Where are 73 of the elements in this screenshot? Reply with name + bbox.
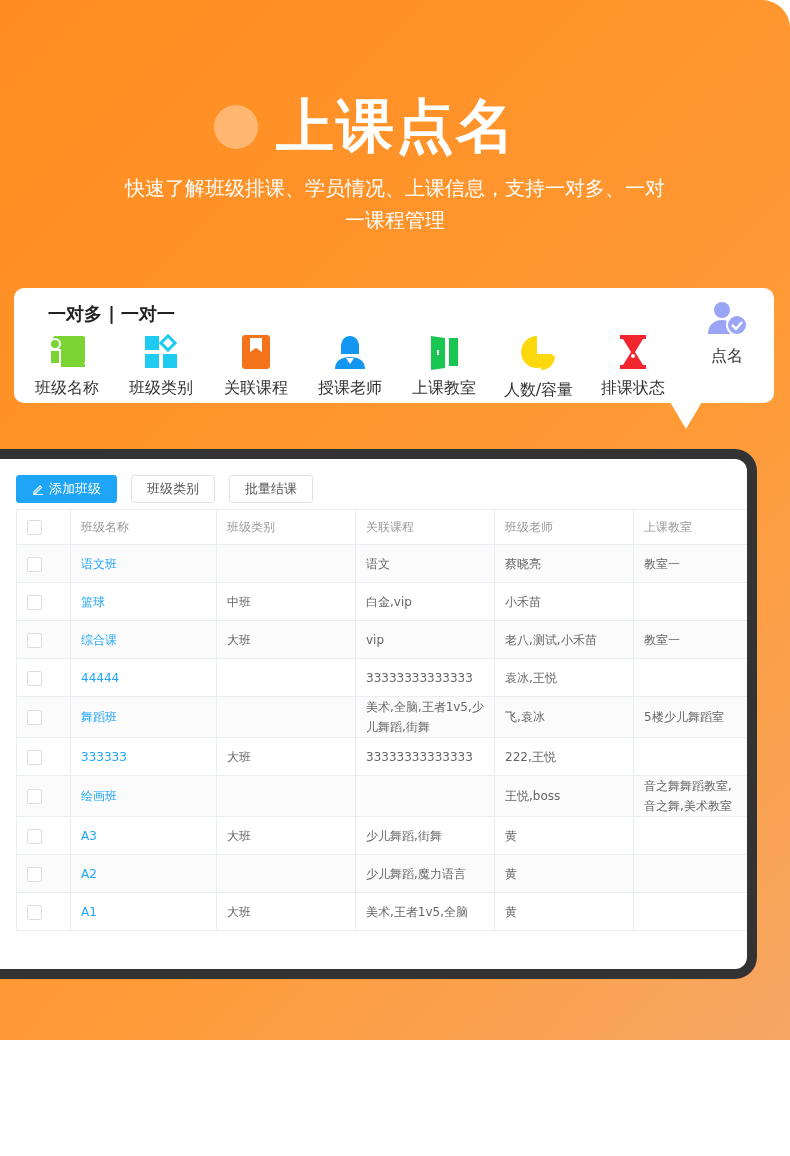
table-cell: 音之舞舞蹈教室,音之舞,美术教室 bbox=[644, 779, 732, 813]
field-label: 授课老师 bbox=[317, 378, 382, 399]
pie-chart-icon bbox=[519, 334, 558, 372]
table-cell: 教室一 bbox=[644, 556, 680, 571]
table-cell: 美术,王者1v5,全脑 bbox=[366, 904, 468, 919]
table-cell: 语文 bbox=[366, 556, 390, 571]
grid-icon bbox=[143, 334, 180, 370]
table-cell: 33333333333333 bbox=[366, 749, 473, 764]
table-cell: 大班 bbox=[227, 749, 251, 764]
row-checkbox[interactable] bbox=[27, 749, 42, 765]
column-header: 班级老师 bbox=[494, 509, 634, 545]
toolbar-button[interactable]: 添加班级 bbox=[16, 475, 117, 503]
table-cell: 中班 bbox=[227, 594, 251, 609]
table-cell: 王悦,boss bbox=[505, 789, 561, 803]
pencil-icon bbox=[32, 483, 44, 495]
field-label: 关联课程 bbox=[223, 378, 288, 399]
row-checkbox[interactable] bbox=[27, 710, 42, 725]
table-cell: 黄 bbox=[505, 828, 517, 843]
class-name-link[interactable]: 绘画班 bbox=[81, 789, 117, 803]
table-cell: vip bbox=[366, 632, 385, 647]
column-header: 上课教室 bbox=[633, 509, 747, 545]
table-cell: 222,王悦 bbox=[505, 749, 556, 764]
table-cell: 飞,袁冰 bbox=[505, 710, 545, 724]
table-cell: 白金,vip bbox=[366, 594, 412, 609]
decorative-circle bbox=[214, 105, 258, 149]
row-checkbox[interactable] bbox=[27, 828, 42, 844]
class-name-link[interactable]: A1 bbox=[81, 904, 97, 919]
class-name-link[interactable]: A3 bbox=[81, 828, 97, 843]
roll-call-label[interactable]: 点名 bbox=[710, 346, 743, 367]
class-name-link[interactable]: 舞蹈班 bbox=[81, 710, 117, 724]
class-name-link[interactable]: 篮球 bbox=[81, 594, 105, 609]
field-label: 排课状态 bbox=[600, 378, 665, 399]
table-cell: 大班 bbox=[227, 828, 251, 843]
row-checkbox[interactable] bbox=[27, 904, 42, 920]
field-label: 班级名称 bbox=[35, 378, 100, 399]
table-cell: 美术,全脑,王者1v5,少儿舞蹈,街舞 bbox=[366, 700, 484, 734]
card-heading: 一对多 | 一对一 bbox=[48, 302, 176, 326]
class-name-link[interactable]: A2 bbox=[81, 866, 97, 881]
table-cell: 黄 bbox=[505, 904, 517, 919]
class-name-link[interactable]: 语文班 bbox=[81, 556, 117, 571]
table-cell: 小禾苗 bbox=[505, 594, 541, 609]
table-cell: 教室一 bbox=[644, 632, 680, 647]
class-name-link[interactable]: 333333 bbox=[81, 749, 127, 764]
table-cell: 大班 bbox=[227, 632, 251, 647]
page-title: 上课点名 bbox=[276, 91, 516, 162]
field-label: 班级类别 bbox=[129, 378, 194, 399]
column-header: 班级名称 bbox=[70, 509, 217, 545]
table-cell: 5楼少儿舞蹈室 bbox=[644, 710, 724, 724]
row-checkbox[interactable] bbox=[27, 594, 42, 610]
table-cell: 少儿舞蹈,魔力语言 bbox=[366, 866, 466, 881]
table-cell: 袁冰,王悦 bbox=[505, 670, 557, 685]
field-label: 上课教室 bbox=[412, 378, 477, 399]
column-header: 班级类别 bbox=[216, 509, 356, 545]
class-name-link[interactable]: 综合课 bbox=[81, 632, 117, 647]
row-checkbox[interactable] bbox=[27, 789, 42, 804]
field-label: 人数/容量 bbox=[503, 380, 574, 401]
column-header: 关联课程 bbox=[355, 509, 495, 545]
table-cell: 少儿舞蹈,街舞 bbox=[366, 828, 442, 843]
row-checkbox[interactable] bbox=[27, 632, 42, 648]
row-checkbox[interactable] bbox=[27, 866, 42, 882]
book-icon bbox=[239, 334, 272, 370]
table-cell: 大班 bbox=[227, 904, 251, 919]
toolbar-button[interactable]: 班级类别 bbox=[131, 475, 215, 503]
subtitle: 快速了解班级排课、学员情况、上课信息，支持一对多、一对一课程管理 bbox=[125, 175, 665, 234]
select-all-checkbox[interactable] bbox=[27, 520, 42, 535]
table-cell: 33333333333333 bbox=[366, 670, 473, 685]
table-cell: 黄 bbox=[505, 866, 517, 881]
row-checkbox[interactable] bbox=[27, 556, 42, 572]
row-checkbox[interactable] bbox=[27, 670, 42, 686]
class-name-link[interactable]: 44444 bbox=[81, 670, 120, 685]
table-cell: 蔡晓亮 bbox=[505, 556, 541, 571]
toolbar-button[interactable]: 批量结课 bbox=[229, 475, 313, 503]
table-cell: 老八,测试,小禾苗 bbox=[505, 632, 597, 647]
